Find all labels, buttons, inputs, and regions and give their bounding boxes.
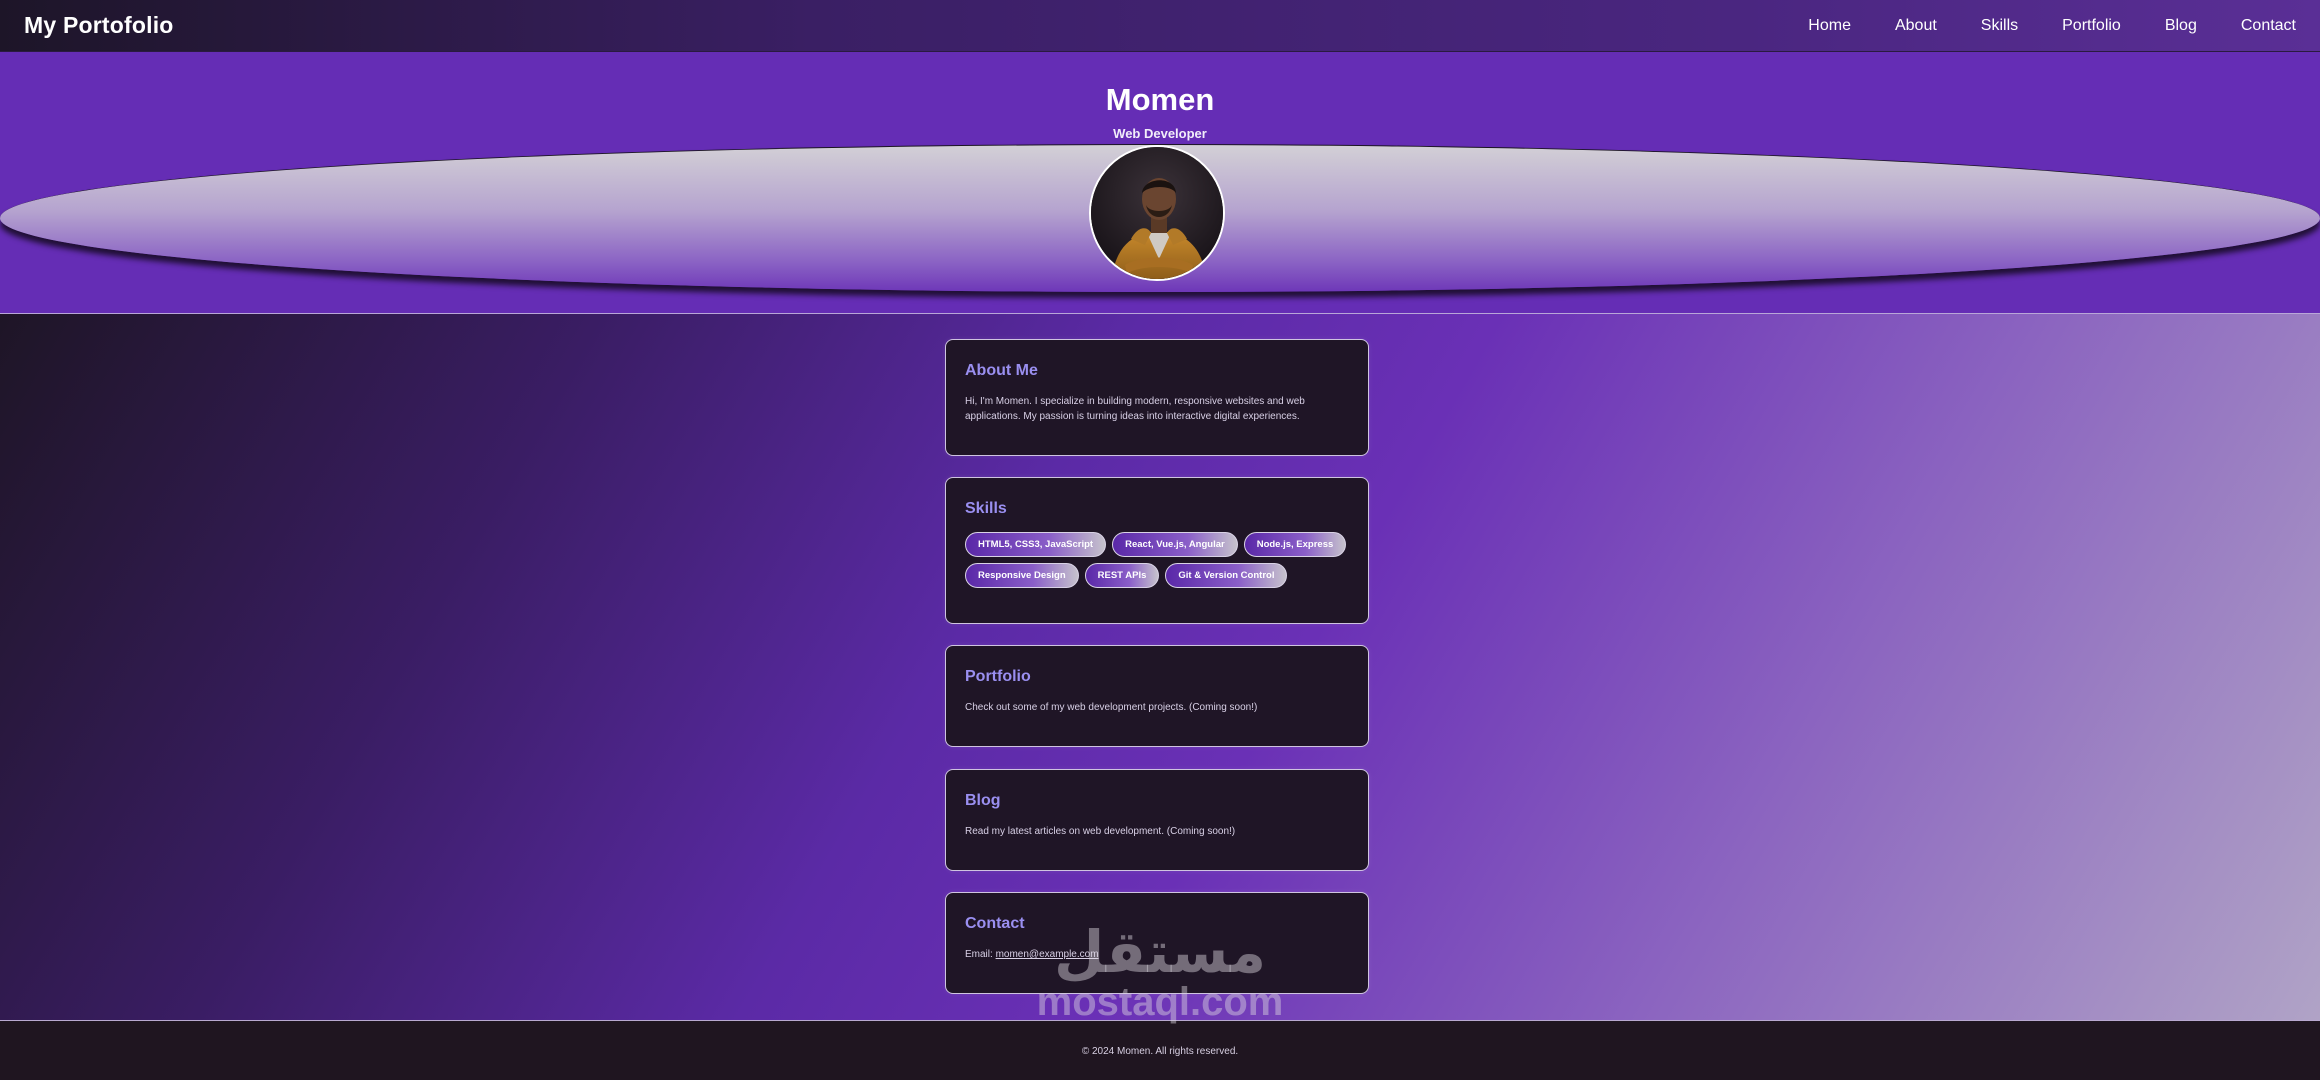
skills-card: Skills HTML5, CSS3, JavaScript React, Vu… xyxy=(945,477,1369,624)
main-content: About Me Hi, I'm Momen. I specialize in … xyxy=(0,314,2320,1020)
avatar-portrait-image xyxy=(1091,147,1223,279)
nav-link-about[interactable]: About xyxy=(1895,17,1937,35)
hero-section: Momen Web Developer xyxy=(0,52,2320,314)
nav-link-contact[interactable]: Contact xyxy=(2241,17,2296,35)
nav-link-portfolio[interactable]: Portfolio xyxy=(2062,17,2121,35)
skill-badge: Git & Version Control xyxy=(1165,563,1288,588)
hero-name: Momen xyxy=(1105,82,1215,117)
skill-badge: React, Vue.js, Angular xyxy=(1112,532,1238,557)
about-card: About Me Hi, I'm Momen. I specialize in … xyxy=(945,339,1369,456)
avatar xyxy=(1089,145,1225,281)
nav-link-blog[interactable]: Blog xyxy=(2165,17,2197,35)
skill-badge: HTML5, CSS3, JavaScript xyxy=(965,532,1107,557)
portfolio-title: Portfolio xyxy=(965,668,1031,685)
portfolio-card: Portfolio Check out some of my web devel… xyxy=(945,645,1369,747)
contact-email-link[interactable]: momen@example.com xyxy=(996,949,1099,960)
skill-badge: REST APIs xyxy=(1084,563,1160,588)
footer: © 2024 Momen. All rights reserved. xyxy=(0,1020,2320,1080)
blog-card: Blog Read my latest articles on web deve… xyxy=(945,769,1369,871)
about-title: About Me xyxy=(965,362,1038,379)
navbar: My Portofolio Home About Skills Portfoli… xyxy=(0,0,2320,52)
skill-badge: Responsive Design xyxy=(965,563,1079,588)
nav-link-home[interactable]: Home xyxy=(1808,17,1851,35)
hero-role: Web Developer xyxy=(1113,126,1207,141)
contact-card: Contact Email: momen@example.com xyxy=(945,892,1369,994)
blog-title: Blog xyxy=(965,792,1001,809)
contact-title: Contact xyxy=(965,915,1025,932)
brand-logo[interactable]: My Portofolio xyxy=(24,12,174,39)
skills-list: HTML5, CSS3, JavaScript React, Vue.js, A… xyxy=(965,532,1349,588)
contact-email-label: Email: xyxy=(965,949,993,960)
nav-links: Home About Skills Portfolio Blog Contact xyxy=(1808,17,2296,35)
contact-line: Email: momen@example.com xyxy=(965,947,1349,962)
about-text: Hi, I'm Momen. I specialize in building … xyxy=(965,396,1305,422)
nav-link-skills[interactable]: Skills xyxy=(1981,17,2018,35)
skills-title: Skills xyxy=(965,500,1007,517)
footer-copyright: © 2024 Momen. All rights reserved. xyxy=(1081,1046,1239,1057)
skill-badge: Node.js, Express xyxy=(1243,532,1347,557)
portfolio-text: Check out some of my web development pro… xyxy=(965,702,1258,713)
blog-text: Read my latest articles on web developme… xyxy=(965,826,1236,837)
